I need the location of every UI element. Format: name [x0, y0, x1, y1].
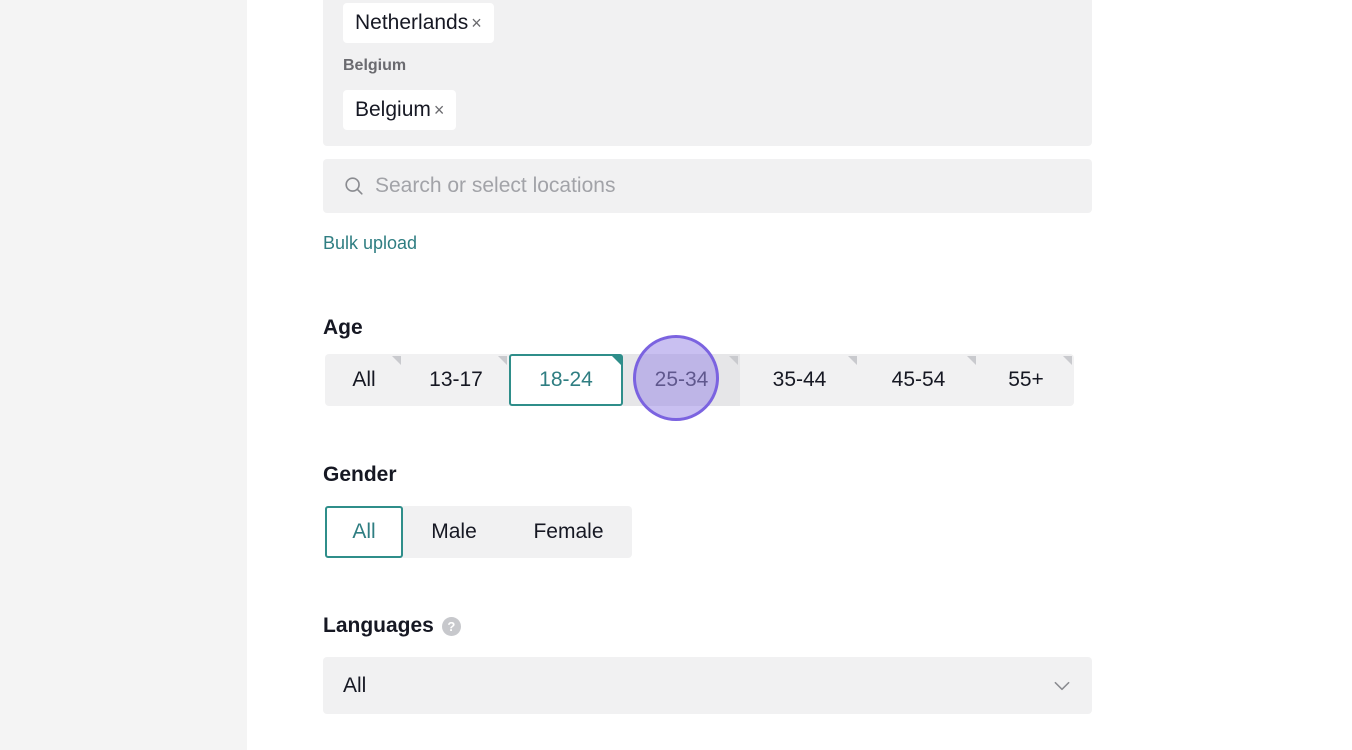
age-option-label: All	[352, 368, 376, 391]
location-search-input[interactable]	[373, 173, 1057, 199]
gender-title: Gender	[323, 463, 397, 486]
bulk-upload-link[interactable]: Bulk upload	[323, 233, 417, 254]
gender-option-label: Male	[431, 520, 477, 543]
chevron-down-icon	[1054, 681, 1070, 690]
gender-option-female[interactable]: Female	[505, 506, 632, 558]
languages-title-text: Languages	[323, 614, 434, 637]
languages-select-value: All	[343, 673, 367, 697]
age-segmented-control: All 13-17 18-24 25-34 35-44 45-54 55+	[325, 354, 1074, 406]
age-title: Age	[323, 316, 363, 339]
age-option-label: 45-54	[891, 368, 946, 391]
chip-label: Netherlands	[355, 11, 469, 34]
age-option-13-17[interactable]: 13-17	[403, 354, 509, 406]
corner-marker-icon	[967, 356, 976, 365]
gender-option-male[interactable]: Male	[403, 506, 505, 558]
gender-segmented-control: All Male Female	[325, 506, 632, 558]
gender-option-label: All	[352, 520, 376, 543]
age-option-label: 13-17	[429, 368, 483, 391]
age-option-label: 18-24	[539, 368, 593, 391]
left-gutter	[0, 0, 247, 750]
location-search[interactable]	[323, 159, 1092, 213]
age-option-18-24[interactable]: 18-24	[509, 354, 623, 406]
languages-select[interactable]: All	[323, 657, 1092, 714]
search-icon	[345, 177, 363, 195]
location-chip-belgium: Belgium ×	[343, 90, 457, 130]
gender-option-label: Female	[533, 520, 604, 543]
age-option-label: 55+	[1008, 368, 1044, 391]
corner-marker-icon	[612, 356, 621, 365]
chip-label: Belgium	[355, 98, 431, 121]
corner-marker-icon	[498, 356, 507, 365]
age-option-45-54[interactable]: 45-54	[859, 354, 978, 406]
age-option-label: 35-44	[772, 368, 827, 391]
corner-marker-icon	[1063, 356, 1072, 365]
location-group-label: Belgium	[343, 57, 407, 74]
chip-close-icon[interactable]: ×	[471, 13, 482, 34]
question-icon[interactable]: ?	[441, 616, 461, 636]
corner-marker-icon	[848, 356, 857, 365]
corner-marker-icon	[729, 356, 738, 365]
age-option-55-plus[interactable]: 55+	[978, 354, 1074, 406]
age-option-label: 25-34	[654, 368, 709, 391]
location-chip-netherlands: Netherlands ×	[343, 3, 494, 43]
chip-close-icon[interactable]: ×	[434, 100, 445, 121]
age-option-all[interactable]: All	[325, 354, 403, 406]
gender-option-all[interactable]: All	[325, 506, 403, 558]
corner-marker-icon	[392, 356, 401, 365]
languages-title: Languages ?	[323, 614, 461, 638]
age-option-25-34[interactable]: 25-34	[623, 354, 740, 406]
age-option-35-44[interactable]: 35-44	[740, 354, 859, 406]
